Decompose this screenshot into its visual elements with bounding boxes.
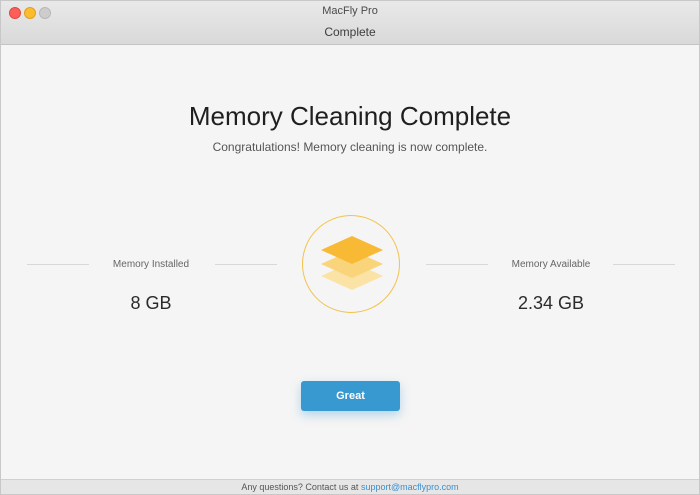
- app-title: MacFly Pro: [322, 5, 378, 17]
- divider-left-outer: [27, 264, 89, 265]
- memory-available-label: Memory Available: [511, 259, 591, 270]
- great-button[interactable]: Great: [301, 381, 400, 411]
- support-email-link[interactable]: support@macflypro.com: [361, 482, 459, 492]
- divider-right-inner: [426, 264, 488, 265]
- stacked-layers-icon: [321, 236, 383, 290]
- memory-installed-value: 8 GB: [130, 293, 172, 313]
- divider-right-outer: [613, 264, 675, 265]
- app-window: MacFly Pro Complete Memory Cleaning Comp…: [0, 0, 700, 495]
- footer: Any questions? Contact us at support@mac…: [1, 479, 699, 494]
- memory-available-value: 2.34 GB: [517, 293, 585, 313]
- footer-text: Any questions? Contact us at: [241, 482, 359, 492]
- layers-icon-circle: [302, 215, 400, 313]
- title-bar: MacFly Pro Complete: [1, 1, 699, 45]
- divider-left-inner: [215, 264, 277, 265]
- page-subtitle: Congratulations! Memory cleaning is now …: [212, 140, 488, 154]
- section-title: Complete: [324, 25, 376, 39]
- page-title: Memory Cleaning Complete: [188, 101, 512, 131]
- memory-installed-label: Memory Installed: [112, 259, 190, 270]
